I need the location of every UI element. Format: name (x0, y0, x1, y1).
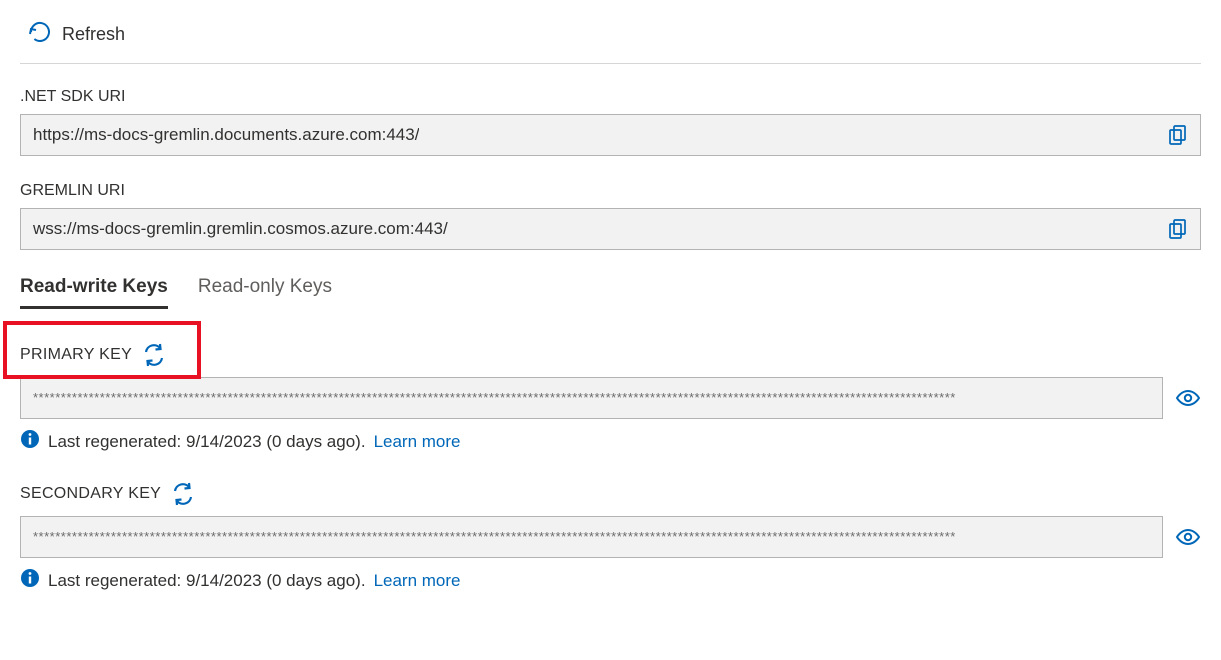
tab-read-write-keys[interactable]: Read-write Keys (20, 276, 168, 309)
info-prefix: Last regenerated: (48, 571, 186, 590)
secondary-key-info: Last regenerated: 9/14/2023 (0 days ago)… (20, 568, 1201, 593)
secondary-key-section: SECONDARY KEY **************************… (20, 482, 1201, 593)
primary-key-info: Last regenerated: 9/14/2023 (0 days ago)… (20, 429, 1201, 454)
net-sdk-uri-value: https://ms-docs-gremlin.documents.azure.… (33, 125, 419, 145)
gremlin-uri-value: wss://ms-docs-gremlin.gremlin.cosmos.azu… (33, 219, 448, 239)
refresh-icon (28, 20, 52, 49)
tab-read-only-keys[interactable]: Read-only Keys (198, 276, 332, 309)
secondary-key-input[interactable]: ****************************************… (20, 516, 1163, 558)
refresh-label: Refresh (62, 24, 125, 45)
toolbar: Refresh (20, 14, 1201, 64)
keys-tabs: Read-write Keys Read-only Keys (20, 276, 1201, 309)
regenerate-icon[interactable] (142, 343, 166, 367)
net-sdk-uri-label: .NET SDK URI (20, 88, 1201, 106)
learn-more-link[interactable]: Learn more (374, 432, 461, 452)
gremlin-uri-input[interactable]: wss://ms-docs-gremlin.gremlin.cosmos.azu… (20, 208, 1201, 250)
primary-key-label: PRIMARY KEY (20, 346, 132, 364)
refresh-button[interactable]: Refresh (28, 20, 125, 49)
primary-key-input[interactable]: ****************************************… (20, 377, 1163, 419)
info-date: 9/14/2023 (0 days ago). (186, 571, 366, 590)
learn-more-link[interactable]: Learn more (374, 571, 461, 591)
net-sdk-uri-block: .NET SDK URI https://ms-docs-gremlin.doc… (20, 88, 1201, 156)
info-icon (20, 429, 40, 454)
primary-key-section: PRIMARY KEY ****************************… (20, 343, 1201, 454)
info-icon (20, 568, 40, 593)
secondary-key-label: SECONDARY KEY (20, 485, 161, 503)
net-sdk-uri-input[interactable]: https://ms-docs-gremlin.documents.azure.… (20, 114, 1201, 156)
copy-icon[interactable] (1168, 218, 1188, 240)
show-icon[interactable] (1175, 386, 1201, 410)
regenerate-icon[interactable] (171, 482, 195, 506)
show-icon[interactable] (1175, 525, 1201, 549)
gremlin-uri-label: GREMLIN URI (20, 182, 1201, 200)
info-date: 9/14/2023 (0 days ago). (186, 432, 366, 451)
info-prefix: Last regenerated: (48, 432, 186, 451)
gremlin-uri-block: GREMLIN URI wss://ms-docs-gremlin.gremli… (20, 182, 1201, 250)
copy-icon[interactable] (1168, 124, 1188, 146)
